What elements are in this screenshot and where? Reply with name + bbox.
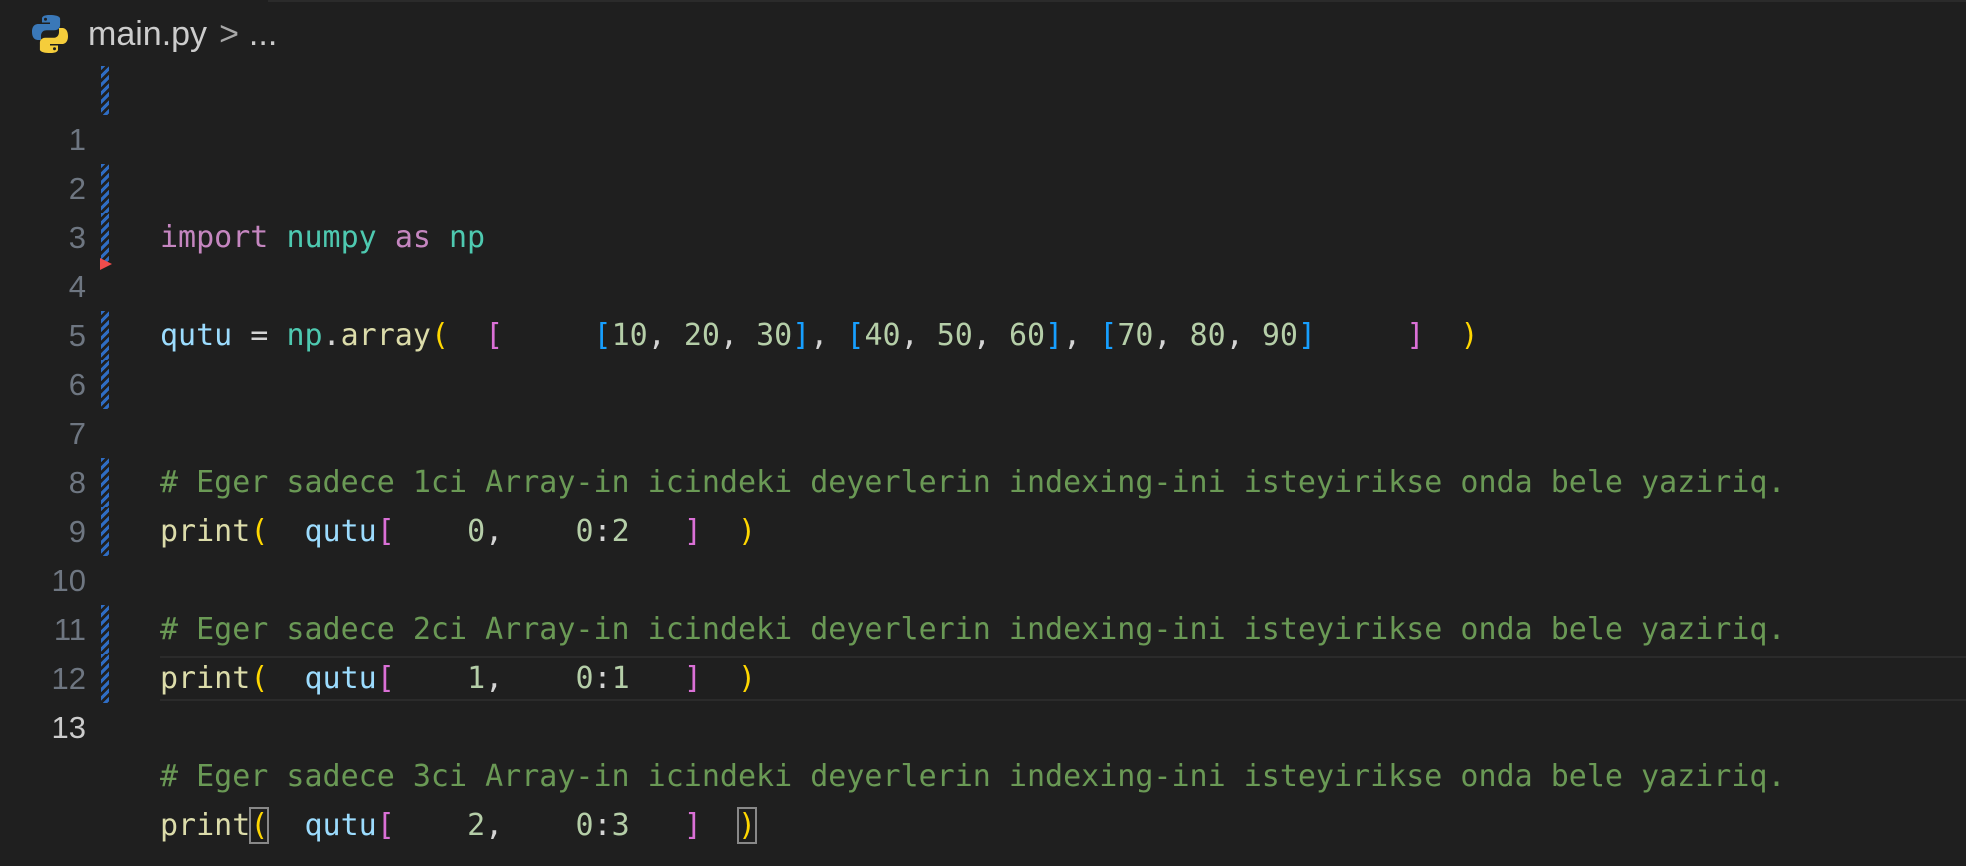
bracket-match-highlight: ) [736, 807, 758, 844]
bracket: ] [683, 808, 702, 843]
code-line-2[interactable]: 2 [0, 115, 1966, 206]
chevron-right-icon: > [219, 14, 239, 53]
code-line-9[interactable]: 9 # Eger sadece 2ci Array-in icindeki de… [0, 458, 1966, 647]
slice-colon: : [593, 808, 612, 843]
code-line-11[interactable]: 11 [0, 556, 1966, 647]
comment[interactable]: # Eger sadece 3ci Array-in icindeki deye… [160, 752, 1786, 801]
python-icon [32, 15, 68, 53]
function-name: print [160, 808, 251, 843]
code-editor[interactable]: 1 import numpy as np 2 3 qutu = np.array… [0, 66, 1966, 844]
number: 2 [467, 808, 486, 843]
git-modified-indicator[interactable] [101, 605, 109, 654]
code-line-13-current[interactable]: 13 print( qutu[ 2, 0:3 ] ) [0, 654, 1966, 844]
breadcrumb-ellipsis[interactable]: ... [249, 15, 277, 54]
code-line-1[interactable]: 1 import numpy as np [0, 66, 1966, 255]
git-modified-indicator[interactable] [101, 360, 109, 409]
variable: qutu [304, 808, 377, 843]
code-line-8[interactable]: 8 [0, 409, 1966, 500]
line-code[interactable]: print( qutu[ 2, 0:3 ] ) [160, 801, 758, 850]
editor-top-border [268, 0, 1966, 2]
line-number: 13 [51, 710, 86, 745]
git-modified-indicator[interactable] [101, 213, 109, 262]
code-line-5[interactable]: 5 [0, 262, 1966, 353]
code-line-3[interactable]: 3 qutu = np.array( [ [10, 20, 30], [40, … [0, 164, 1966, 353]
git-modified-indicator[interactable] [101, 311, 109, 360]
git-deleted-indicator[interactable] [100, 258, 112, 270]
bracket: [ [376, 808, 395, 843]
git-modified-indicator[interactable] [101, 507, 109, 556]
breadcrumb: main.py > ... [28, 8, 277, 60]
git-modified-indicator[interactable] [101, 66, 109, 115]
comma: , [485, 808, 504, 843]
git-modified-indicator[interactable] [101, 458, 109, 507]
code-line-7[interactable]: 7 print( qutu[ 0, 0:2 ] ) [0, 360, 1966, 549]
number: 0 [575, 808, 594, 843]
code-line-6[interactable]: 6 # Eger sadece 1ci Array-in icindeki de… [0, 311, 1966, 500]
bracket-match-highlight: ( [249, 807, 270, 844]
breadcrumb-file[interactable]: main.py [88, 15, 207, 54]
number: 3 [611, 808, 630, 843]
code-line-12[interactable]: 12 # Eger sadece 3ci Array-in icindeki d… [0, 605, 1966, 794]
code-line-10[interactable]: 10 print( qutu[ 1, 0:1 ] ) [0, 507, 1966, 696]
git-modified-indicator[interactable] [101, 654, 109, 703]
code-line-4[interactable]: 4 [0, 213, 1966, 304]
git-modified-indicator[interactable] [101, 164, 109, 213]
